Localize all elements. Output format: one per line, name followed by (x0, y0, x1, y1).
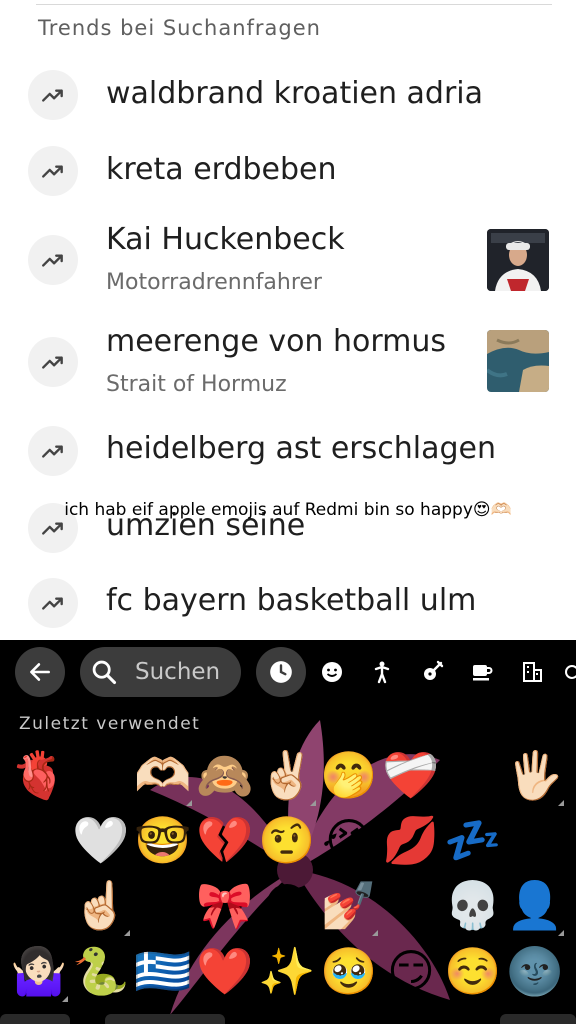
trending-arrow-icon (28, 426, 78, 476)
suggestion-title: meerenge von hormus (106, 324, 447, 359)
emoji-key[interactable]: 🫀 (8, 744, 70, 806)
trending-arrow-icon (28, 70, 78, 120)
emoji-key[interactable]: 🇬🇷 (132, 940, 194, 1002)
emoji-key[interactable]: 🖐🏻 (504, 744, 566, 806)
emoji-search-input[interactable]: Suchen (80, 647, 241, 697)
back-button[interactable] (15, 647, 65, 697)
emoji-key[interactable]: 🤓 (132, 809, 194, 871)
trending-arrow-icon (28, 146, 78, 196)
skin-tone-indicator (62, 996, 68, 1002)
category-food[interactable] (462, 652, 502, 692)
emoji-key[interactable]: 🥹 (318, 940, 380, 1002)
category-people[interactable] (362, 652, 402, 692)
emoji-key[interactable]: 🎀 (194, 874, 256, 936)
suggestion-title: fc bayern basketball ulm (106, 583, 477, 618)
emoji-key[interactable]: 😏 (380, 940, 442, 1002)
suggestion-thumbnail (487, 229, 549, 291)
smiley-icon (322, 662, 342, 682)
emoji-key[interactable]: 😔 (8, 809, 70, 871)
suggestion-title: heidelberg ast erschlagen (106, 431, 496, 466)
recent-section-label: Zuletzt verwendet (19, 714, 201, 734)
trending-arrow-icon (28, 337, 78, 387)
section-title: Trends bei Suchanfragen (38, 16, 321, 40)
category-more[interactable] (560, 652, 576, 692)
category-activities[interactable] (412, 652, 452, 692)
skin-tone-indicator (558, 930, 564, 936)
top-divider (36, 4, 552, 5)
emoji-key[interactable]: 🤨 (256, 809, 318, 871)
category-places[interactable] (512, 652, 552, 692)
emoji-key[interactable]: 😱 (256, 874, 318, 936)
emoji-key[interactable]: 💋 (380, 809, 442, 871)
emoji-key[interactable]: ☝🏻 (70, 874, 132, 936)
skin-tone-indicator (372, 930, 378, 936)
suggestion-subtitle: Strait of Hormuz (106, 372, 287, 397)
suggestion-title: Kai Huckenbeck (106, 222, 345, 257)
suggestion-title: kreta erdbeben (106, 152, 337, 187)
emoji-key[interactable]: 😚 (504, 809, 566, 871)
bottom-key[interactable] (0, 1014, 70, 1024)
emoji-key[interactable]: 💔 (194, 809, 256, 871)
skin-tone-indicator (310, 800, 316, 806)
emoji-key[interactable]: 🙈 (194, 744, 256, 806)
emoji-key[interactable]: 😈 (380, 874, 442, 936)
emoji-key[interactable]: 😣 (132, 874, 194, 936)
emoji-key[interactable]: ❤️‍🩹 (380, 744, 442, 806)
emoji-key[interactable]: 🙃 (8, 874, 70, 936)
emoji-key[interactable]: 👤 (504, 874, 566, 936)
bottom-key[interactable] (105, 1014, 225, 1024)
category-recent[interactable] (256, 647, 306, 697)
emoji-key[interactable]: 💤 (442, 809, 504, 871)
activity-icon (424, 660, 444, 680)
bottom-key[interactable] (500, 1014, 576, 1024)
person-icon (374, 661, 390, 684)
emoji-key[interactable]: 💅🏻 (318, 874, 380, 936)
emoji-key[interactable]: ❤️ (194, 940, 256, 1002)
emoji-key[interactable]: 🐍 (70, 940, 132, 1002)
emoji-key[interactable]: 🌚 (504, 940, 566, 1002)
emoji-key[interactable]: ☺️ (442, 940, 504, 1002)
skin-tone-indicator (124, 930, 130, 936)
suggestion-title: waldbrand kroatien adria (106, 76, 484, 111)
suggestion-subtitle: Motorradrennfahrer (106, 270, 322, 295)
emoji-key[interactable]: ✨ (256, 940, 318, 1002)
skin-tone-indicator (558, 800, 564, 806)
suggestion-thumbnail (487, 330, 549, 392)
more-categories-icon (565, 665, 576, 679)
emoji-key[interactable]: ✌🏻 (256, 744, 318, 806)
emoji-key[interactable]: 😌 (70, 744, 132, 806)
search-placeholder: Suchen (135, 659, 221, 685)
emoji-key[interactable]: 🫶🏻 (132, 744, 194, 806)
category-smileys[interactable] (312, 652, 352, 692)
video-caption: ich hab eif apple emojis auf Redmi bin s… (64, 500, 512, 520)
recent-clock-icon (270, 661, 292, 683)
trending-arrow-icon (28, 578, 78, 628)
arrow-left-icon (30, 663, 50, 681)
emoji-key[interactable]: 😭 (318, 809, 380, 871)
emoji-key[interactable]: 🤷🏻‍♀️ (8, 940, 70, 1002)
emoji-key[interactable]: 😍 (442, 744, 504, 806)
food-cup-icon (473, 665, 493, 681)
trending-arrow-icon (28, 235, 78, 285)
emoji-key[interactable]: 💀 (442, 874, 504, 936)
emoji-key[interactable]: 🤍 (70, 809, 132, 871)
emoji-key[interactable]: 🤭 (318, 744, 380, 806)
search-icon (92, 660, 117, 685)
building-icon (523, 662, 542, 682)
skin-tone-indicator (186, 800, 192, 806)
